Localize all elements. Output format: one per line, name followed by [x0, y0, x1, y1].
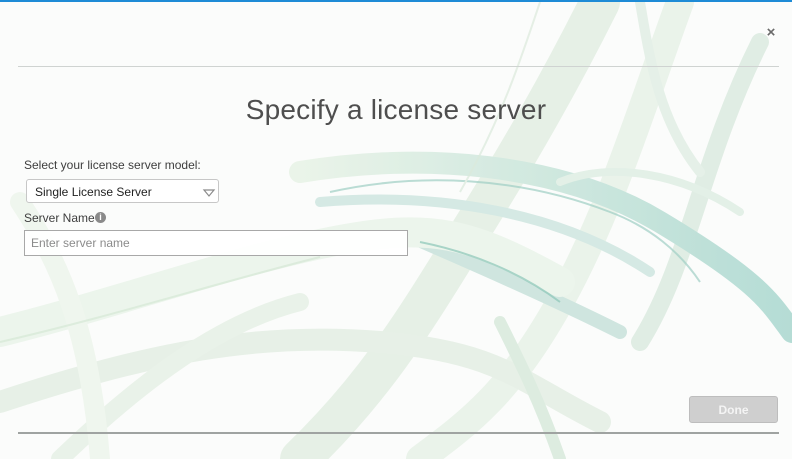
- footer-divider: [18, 432, 779, 434]
- chevron-down-icon: [202, 186, 216, 198]
- server-name-input[interactable]: [24, 230, 408, 256]
- license-model-dropdown[interactable]: Single License Server: [26, 179, 219, 203]
- close-button[interactable]: ×: [763, 25, 779, 41]
- close-icon: ×: [766, 24, 776, 41]
- model-label: Select your license server model:: [24, 158, 201, 172]
- license-model-selected-value: Single License Server: [35, 185, 152, 199]
- info-icon[interactable]: i: [95, 212, 106, 223]
- header-divider: [18, 66, 779, 67]
- done-button[interactable]: Done: [689, 396, 778, 423]
- page-title: Specify a license server: [245, 94, 547, 125]
- server-name-label: Server Name: [24, 211, 95, 225]
